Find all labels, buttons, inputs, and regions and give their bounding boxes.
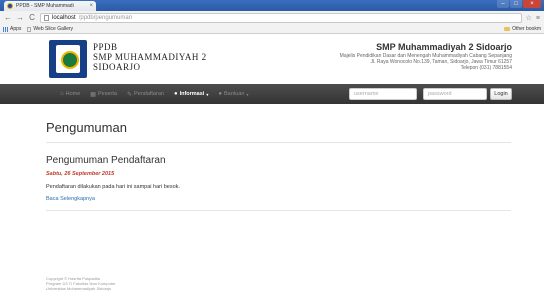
url-path: /ppdb/pengumuman bbox=[78, 15, 133, 21]
brand-line: SIDOARJO bbox=[93, 62, 141, 72]
post-title[interactable]: Pengumuman Pendaftaran bbox=[46, 155, 166, 166]
pencil-icon: ✎ bbox=[126, 91, 132, 98]
menu-icon[interactable]: ≡ bbox=[536, 15, 540, 22]
logo-badge-icon bbox=[56, 45, 80, 73]
school-phone: Telepon (031) 7881554 bbox=[460, 65, 512, 71]
help-icon: ● bbox=[218, 91, 222, 97]
nav-item-home[interactable]: ⌂ Home bbox=[60, 91, 80, 97]
apps-icon bbox=[3, 26, 8, 32]
nav-item-peserta[interactable]: ▦ Peserta bbox=[90, 91, 117, 98]
maximize-button[interactable]: □ bbox=[510, 0, 522, 8]
favicon-icon bbox=[7, 3, 13, 9]
bookmark-apps[interactable]: Apps bbox=[3, 26, 21, 32]
page-title: Pengumuman bbox=[46, 120, 127, 135]
login-button[interactable]: Login bbox=[490, 88, 512, 100]
login-form: Login bbox=[349, 88, 512, 100]
bookmark-apps-label: Apps bbox=[10, 26, 22, 32]
post-date: Sabtu, 26 September 2015 bbox=[46, 171, 115, 177]
read-more-link[interactable]: Baca Selengkapnya bbox=[46, 196, 95, 202]
forward-icon[interactable]: → bbox=[16, 14, 24, 22]
school-info: SMP Muhammadiyah 2 Sidoarjo Majelis Pend… bbox=[340, 42, 512, 71]
nav-item-label: Pendaftaran bbox=[133, 91, 164, 97]
tab-strip: PPDB - SMP Muhammadi × – □ × bbox=[0, 0, 544, 11]
nav-item-label: Bantuan bbox=[223, 91, 245, 97]
tab-title: PPDB - SMP Muhammadi bbox=[16, 3, 74, 9]
page-icon bbox=[44, 15, 49, 21]
nav-item-label: Home bbox=[65, 91, 81, 97]
brand-line: SMP MUHAMMADIYAH 2 bbox=[93, 52, 207, 62]
url-host: localhost bbox=[52, 15, 76, 21]
page-icon bbox=[27, 26, 32, 32]
window-controls: – □ × bbox=[497, 0, 541, 8]
bookmark-web-slice[interactable]: Web Slice Gallery bbox=[27, 26, 73, 32]
bookmark-other[interactable]: Other bookm bbox=[504, 26, 541, 32]
nav-item-bantuan[interactable]: ● Bantuan ▾ bbox=[218, 91, 248, 97]
site-header: PPDB SMP MUHAMMADIYAH 2 SIDOARJO SMP Muh… bbox=[0, 34, 544, 84]
username-input[interactable] bbox=[349, 88, 417, 100]
footer: Copyright © Hasrifa Puspadita Program D3… bbox=[46, 276, 116, 291]
caret-down-icon: ▾ bbox=[206, 91, 209, 97]
home-icon: ⌂ bbox=[60, 91, 64, 97]
title-divider bbox=[46, 142, 511, 143]
nav-item-label: Peserta bbox=[97, 91, 117, 97]
brand-title[interactable]: PPDB SMP MUHAMMADIYAH 2 SIDOARJO bbox=[93, 42, 207, 72]
bookmark-star-icon[interactable]: ☆ bbox=[526, 14, 532, 22]
brand-line: PPDB bbox=[93, 42, 118, 52]
browser-toolbar: ← → C localhost/ppdb/pengumuman ☆ ≡ bbox=[0, 11, 544, 25]
bookmark-other-label: Other bookm bbox=[512, 26, 541, 32]
school-name: SMP Muhammadiyah 2 Sidoarjo bbox=[376, 42, 512, 52]
info-icon: ● bbox=[173, 91, 178, 97]
reload-icon[interactable]: C bbox=[28, 14, 36, 22]
address-bar[interactable]: localhost/ppdb/pengumuman bbox=[40, 13, 522, 23]
folder-icon bbox=[504, 27, 511, 31]
footer-university: Universitas Muhammadiyah Sidoarjo bbox=[46, 286, 112, 291]
table-icon: ▦ bbox=[90, 91, 96, 98]
nav-menu: ⌂ Home ▦ Peserta ✎ Pendaftaran ● Informasi ▾ … bbox=[60, 84, 248, 104]
bookmark-web-slice-label: Web Slice Gallery bbox=[33, 26, 74, 32]
nav-item-informasi[interactable]: ● Informasi ▾ bbox=[174, 91, 208, 97]
caret-down-icon: ▾ bbox=[246, 91, 249, 97]
school-logo[interactable] bbox=[49, 40, 87, 78]
tab-close-icon[interactable]: × bbox=[89, 3, 93, 9]
post-divider bbox=[46, 210, 511, 211]
close-window-button[interactable]: × bbox=[523, 0, 541, 8]
main-navbar: ⌂ Home ▦ Peserta ✎ Pendaftaran ● Informasi ▾ … bbox=[0, 84, 544, 104]
nav-item-label: Informasi bbox=[179, 91, 205, 97]
back-icon[interactable]: ← bbox=[4, 14, 12, 22]
password-input[interactable] bbox=[423, 88, 487, 100]
nav-item-pendaftaran[interactable]: ✎ Pendaftaran bbox=[127, 91, 164, 98]
post-body: Pendaftaran dilakukan pada hari ini samp… bbox=[46, 184, 180, 190]
minimize-button[interactable]: – bbox=[497, 0, 509, 8]
browser-tab[interactable]: PPDB - SMP Muhammadi × bbox=[4, 1, 96, 11]
bookmarks-bar: Apps Web Slice Gallery Other bookm bbox=[0, 25, 544, 34]
